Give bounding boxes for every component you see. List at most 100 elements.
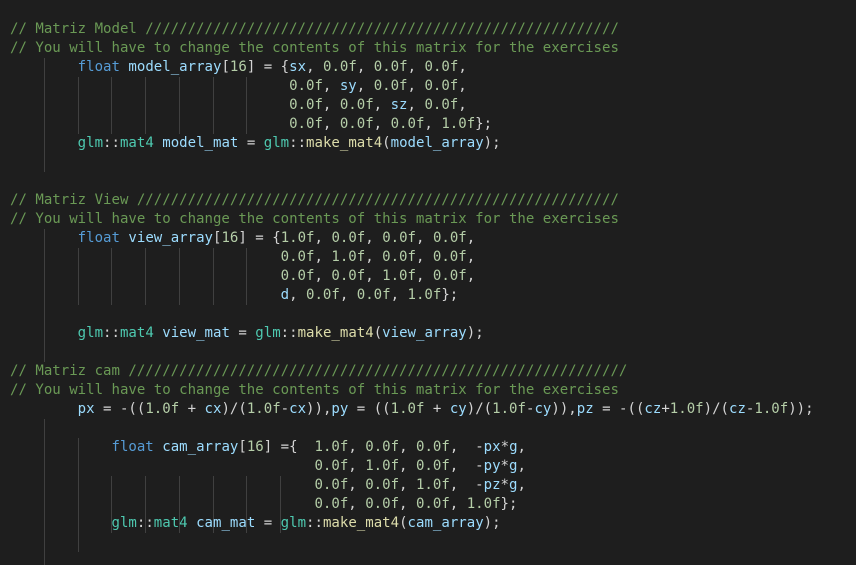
code-token: );: [483, 135, 501, 151]
code-token: 1.0f: [669, 401, 704, 417]
code-line[interactable]: float model_array[16] = {sx, 0.0f, 0.0f,…: [10, 58, 467, 77]
code-token: )/(: [703, 401, 729, 417]
code-token: ,: [466, 230, 476, 246]
code-token: glm: [77, 135, 104, 151]
code-token: *: [500, 458, 509, 474]
code-token: py: [331, 401, 349, 417]
code-line[interactable]: float view_array[16] = {1.0f, 0.0f, 0.0f…: [10, 229, 476, 248]
code-line[interactable]: // You will have to change the contents …: [10, 210, 619, 229]
code-line[interactable]: px = -((1.0f + cx)/(1.0f-cx)),py = ((1.0…: [10, 400, 814, 419]
code-line[interactable]: float cam_array[16] ={ 1.0f, 0.0f, 0.0f,…: [10, 438, 526, 457]
code-token: ,: [306, 59, 323, 75]
code-token: );: [466, 325, 484, 341]
code-token: 0.0f: [416, 439, 450, 455]
code-token: d: [280, 287, 290, 303]
code-token: mat4: [119, 325, 154, 341]
code-token: 0.0f: [331, 230, 366, 246]
code-token: 0.0f: [331, 268, 366, 284]
code-token: ::: [280, 325, 298, 341]
code-line[interactable]: 0.0f, 0.0f, 1.0f, -pz*g,: [10, 476, 525, 495]
code-line[interactable]: // You will have to change the contents …: [10, 381, 619, 400]
code-token: 1.0f: [754, 401, 789, 417]
code-token: =: [229, 325, 256, 341]
code-token: ,: [416, 230, 433, 246]
code-token: 0.0f: [432, 249, 467, 265]
code-token: 0.0f: [382, 249, 416, 265]
code-token: ,: [289, 287, 307, 303]
code-line[interactable]: 0.0f, 1.0f, 0.0f, 0.0f,: [10, 248, 476, 267]
code-token: 1.0f: [365, 458, 400, 474]
code-line[interactable]: // You will have to change the contents …: [10, 39, 619, 58]
code-line[interactable]: 0.0f, 0.0f, sz, 0.0f,: [10, 96, 467, 115]
code-token: glm: [111, 515, 137, 531]
code-line[interactable]: // Matriz Model ////////////////////////…: [10, 20, 619, 39]
code-token: ,: [373, 116, 391, 132]
code-token: // Matriz cam //////////////////////////…: [10, 363, 628, 379]
code-token: 0.0f: [289, 97, 323, 113]
code-line[interactable]: // Matriz cam //////////////////////////…: [10, 362, 627, 381]
code-token: 0.0f: [424, 78, 459, 94]
code-token: 1.0f: [492, 401, 526, 417]
code-token: ,: [322, 97, 340, 113]
code-token: ,: [517, 458, 526, 474]
code-token: 0.0f: [390, 116, 425, 132]
code-token: // Matriz Model ////////////////////////…: [10, 21, 619, 37]
code-token: ,: [348, 477, 366, 493]
code-line[interactable]: 0.0f, 0.0f, 1.0f, 0.0f,: [10, 267, 476, 286]
code-token: 1.0f: [466, 496, 501, 512]
code-token: 0.0f: [373, 78, 408, 94]
code-token: 1.0f: [280, 230, 315, 246]
code-token: )/(: [466, 401, 493, 417]
code-line[interactable]: d, 0.0f, 0.0f, 1.0f};: [10, 286, 459, 305]
code-token: );: [483, 515, 501, 531]
code-line[interactable]: 0.0f, 0.0f, 0.0f, 1.0f};: [10, 115, 492, 134]
code-line[interactable]: 0.0f, 0.0f, 0.0f, 1.0f};: [10, 495, 517, 514]
code-token: ::: [136, 515, 154, 531]
code-token: ,: [365, 230, 383, 246]
code-token: 0.0f: [289, 116, 323, 132]
code-editor[interactable]: // Matriz Model ////////////////////////…: [0, 0, 856, 565]
code-line[interactable]: glm::mat4 model_mat = glm::make_mat4(mod…: [10, 134, 501, 153]
code-line[interactable]: glm::mat4 cam_mat = glm::make_mat4(cam_a…: [10, 514, 501, 533]
code-token: pz: [576, 401, 594, 417]
code-token: ,: [415, 268, 433, 284]
code-line[interactable]: glm::mat4 view_mat = glm::make_mat4(view…: [10, 324, 484, 343]
code-token: view_array: [382, 325, 467, 341]
code-token: ,: [424, 116, 442, 132]
code-token: ,: [348, 458, 366, 474]
code-token: )/(: [221, 401, 247, 417]
code-token: ] ={: [263, 439, 315, 455]
code-token: pz: [483, 477, 501, 493]
code-token: 0.0f: [314, 477, 349, 493]
code-token: px: [483, 439, 501, 455]
code-token: (: [373, 325, 383, 341]
code-token: glm: [255, 325, 281, 341]
code-token: +: [179, 401, 205, 417]
code-token: ,: [314, 268, 332, 284]
code-token: cam_array: [162, 439, 239, 455]
code-token: ,: [365, 268, 383, 284]
code-token: *: [500, 439, 510, 455]
code-line[interactable]: 0.0f, 1.0f, 0.0f, -py*g,: [10, 457, 526, 476]
code-token: px: [77, 401, 95, 417]
code-line[interactable]: 0.0f, sy, 0.0f, 0.0f,: [10, 77, 467, 96]
code-token: ::: [289, 135, 307, 151]
code-token: ,: [399, 439, 417, 455]
code-token: ,: [356, 59, 374, 75]
code-token: 0.0f: [339, 116, 374, 132]
code-line[interactable]: // Matriz View /////////////////////////…: [10, 191, 619, 210]
code-token: glm: [280, 515, 307, 531]
code-token: // You will have to change the contents …: [10, 211, 619, 227]
code-token: , -: [449, 477, 484, 493]
code-token: 1.0f: [246, 401, 281, 417]
code-token: ,: [339, 287, 357, 303]
code-token: 0.0f: [280, 249, 315, 265]
